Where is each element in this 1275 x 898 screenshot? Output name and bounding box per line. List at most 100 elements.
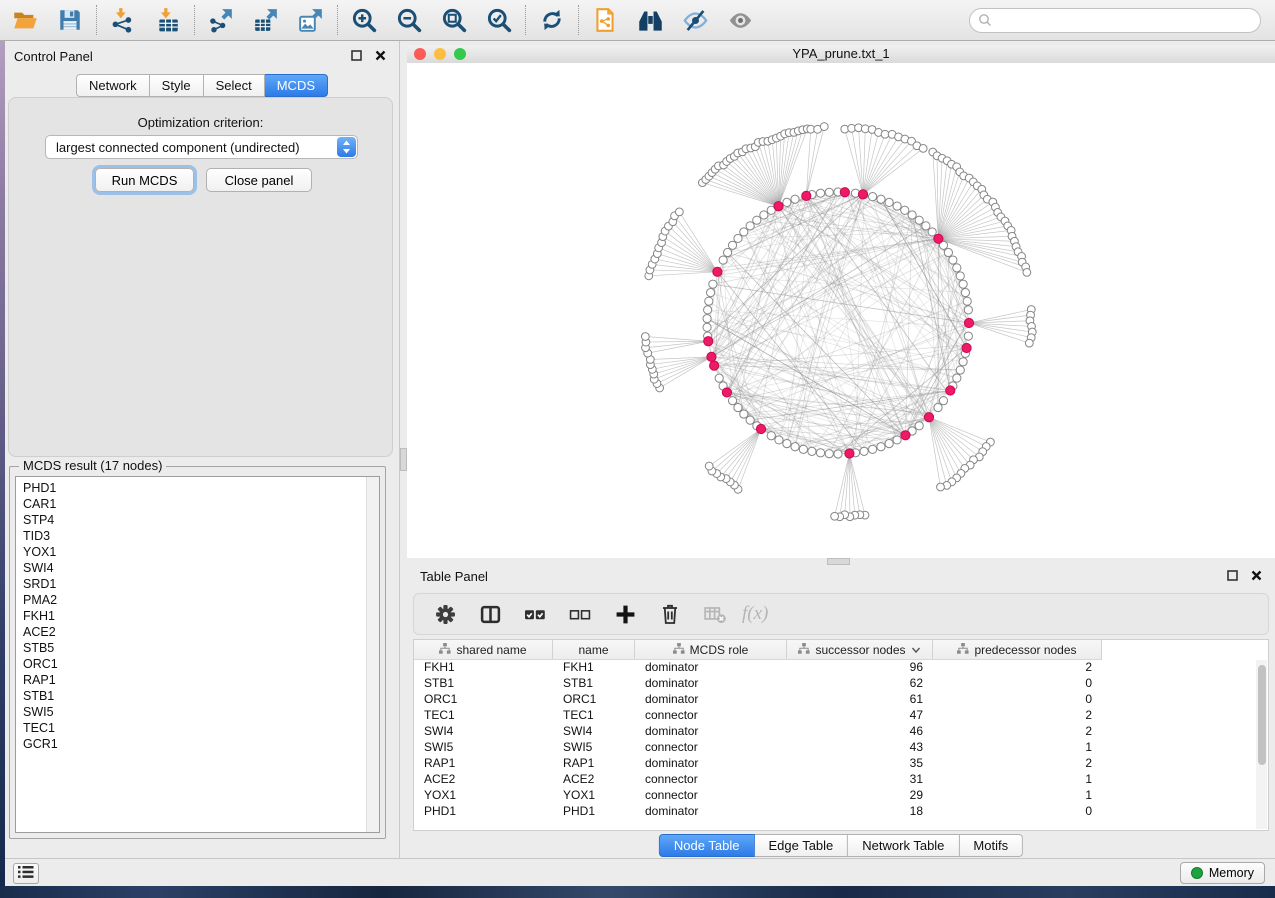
tab-node-table[interactable]: Node Table [659,834,755,857]
mcds-result-item[interactable]: FKH1 [23,608,379,624]
vertical-splitter-grip[interactable] [400,448,407,471]
export-network-icon[interactable] [206,5,236,35]
table-scrollbar-thumb[interactable] [1258,665,1266,765]
task-history-button[interactable] [13,863,39,884]
mcds-result-item[interactable]: GCR1 [23,736,379,752]
mcds-result-item[interactable]: SWI4 [23,560,379,576]
toolbar-separator [96,5,97,35]
zoom-fit-icon[interactable] [439,5,469,35]
close-panel-icon[interactable] [1250,569,1263,582]
search-network-icon[interactable] [635,5,665,35]
table-cell: STB1 [553,676,635,690]
column-header-predecessor-nodes[interactable]: predecessor nodes [933,640,1102,659]
network-canvas[interactable] [407,63,1275,558]
float-panel-icon[interactable] [1226,569,1239,582]
column-header-MCDS-role[interactable]: MCDS role [635,640,787,659]
table-row[interactable]: SWI4SWI4dominator462 [414,723,1268,739]
import-network-icon[interactable] [108,5,138,35]
sort-chevron-icon[interactable] [911,643,921,657]
deselect-all-icon[interactable] [568,602,592,626]
mcds-result-item[interactable]: CAR1 [23,496,379,512]
table-cell: connector [635,788,787,802]
show-columns-icon[interactable] [478,602,502,626]
close-panel-button[interactable]: Close panel [206,168,312,192]
mcds-result-item[interactable]: ACE2 [23,624,379,640]
tab-edge-table[interactable]: Edge Table [754,834,848,857]
open-file-icon[interactable] [10,5,40,35]
mcds-result-item[interactable]: STP4 [23,512,379,528]
tab-mcds[interactable]: MCDS [265,74,328,97]
horizontal-splitter-grip[interactable] [827,558,850,565]
column-header-name[interactable]: name [553,640,635,659]
column-header-shared-name[interactable]: shared name [414,640,553,659]
desktop-wallpaper-bottom [0,886,1275,898]
dropdown-stepper-icon [337,137,356,157]
desktop-wallpaper-left [0,41,5,898]
tab-network[interactable]: Network [76,74,150,97]
share-document-icon[interactable] [590,5,620,35]
hide-glyphs-icon[interactable] [680,5,710,35]
import-table-icon[interactable] [153,5,183,35]
mcds-result-item[interactable]: STB1 [23,688,379,704]
close-window-icon[interactable] [414,48,426,60]
table-row[interactable]: PHD1PHD1dominator180 [414,803,1268,819]
column-header-label: successor nodes [815,643,905,657]
export-table-icon[interactable] [251,5,281,35]
mcds-result-item[interactable]: TID3 [23,528,379,544]
select-all-icon[interactable] [523,602,547,626]
zoom-out-icon[interactable] [394,5,424,35]
mcds-result-item[interactable]: SWI5 [23,704,379,720]
mcds-result-item[interactable]: TEC1 [23,720,379,736]
zoom-in-icon[interactable] [349,5,379,35]
tree-icon [673,643,685,657]
table-row[interactable]: SWI5SWI5connector431 [414,739,1268,755]
mcds-result-item[interactable]: ORC1 [23,656,379,672]
table-row[interactable]: TEC1TEC1connector472 [414,707,1268,723]
table-row[interactable]: FKH1FKH1dominator962 [414,659,1268,675]
table-cell: 61 [787,692,933,706]
close-panel-icon[interactable] [374,49,387,62]
zoom-window-icon[interactable] [454,48,466,60]
show-glyphs-icon[interactable] [725,5,755,35]
status-bar: Memory [5,858,1275,886]
search-input[interactable] [969,8,1261,33]
table-row[interactable]: STB1STB1dominator620 [414,675,1268,691]
add-entry-icon[interactable] [613,602,637,626]
table-row[interactable]: ACE2ACE2connector311 [414,771,1268,787]
table-cell: 47 [787,708,933,722]
mcds-result-item[interactable]: PHD1 [23,480,379,496]
table-panel: Table Panel f(x) shared namenameMCDS rol… [407,565,1275,858]
tab-style[interactable]: Style [150,74,204,97]
tab-motifs[interactable]: Motifs [959,834,1023,857]
mcds-result-item[interactable]: SRD1 [23,576,379,592]
delete-entry-icon[interactable] [658,602,682,626]
table-row[interactable]: ORC1ORC1dominator610 [414,691,1268,707]
network-view [407,63,1275,558]
memory-button[interactable]: Memory [1180,862,1265,884]
mcds-list-scrollbar[interactable] [366,477,379,832]
export-image-icon[interactable] [296,5,326,35]
mcds-result-item[interactable]: PMA2 [23,592,379,608]
table-cell: 1 [933,772,1102,786]
table-cell: 1 [933,788,1102,802]
table-row[interactable]: YOX1YOX1connector291 [414,787,1268,803]
optimization-criterion-dropdown[interactable]: largest connected component (undirected) [45,135,358,159]
float-panel-icon[interactable] [350,49,363,62]
table-settings-icon[interactable] [433,602,457,626]
memory-status-icon [1191,867,1203,879]
minimize-window-icon[interactable] [434,48,446,60]
save-session-icon[interactable] [55,5,85,35]
tab-select[interactable]: Select [204,74,265,97]
tab-network-table[interactable]: Network Table [848,834,959,857]
toolbar-separator [578,5,579,35]
control-panel-title: Control Panel [14,49,93,64]
run-mcds-button[interactable]: Run MCDS [95,168,194,192]
memory-label: Memory [1209,866,1254,880]
mcds-result-item[interactable]: STB5 [23,640,379,656]
refresh-view-icon[interactable] [537,5,567,35]
mcds-result-item[interactable]: YOX1 [23,544,379,560]
column-header-successor-nodes[interactable]: successor nodes [787,640,933,659]
table-row[interactable]: RAP1RAP1dominator352 [414,755,1268,771]
mcds-result-item[interactable]: RAP1 [23,672,379,688]
zoom-selected-icon[interactable] [484,5,514,35]
